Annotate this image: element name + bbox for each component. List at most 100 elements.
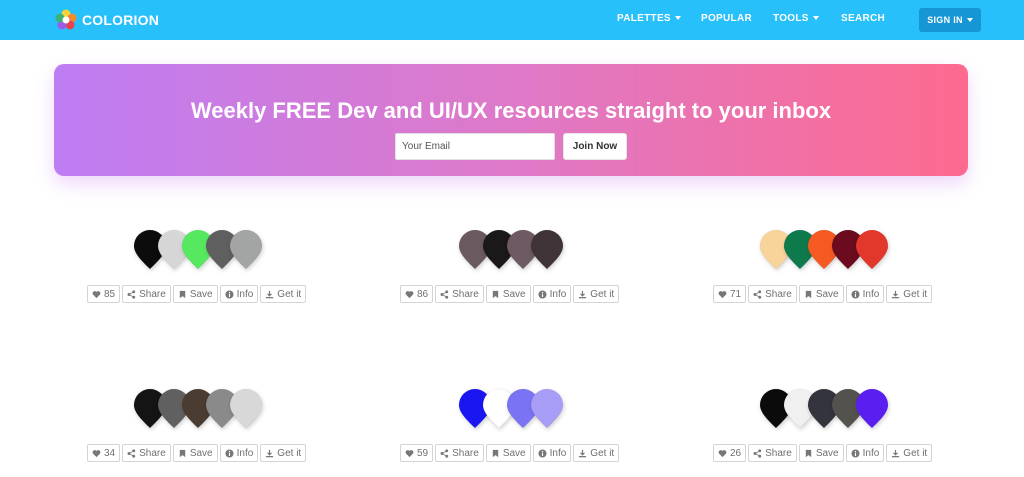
- sign-in-label: SIGN IN: [927, 15, 963, 25]
- palette-swatches[interactable]: [48, 229, 348, 276]
- save-label: Save: [815, 288, 839, 300]
- palette-card[interactable]: 59 Share Save Info Get it: [361, 388, 661, 469]
- info-icon: [225, 289, 234, 299]
- like-label: 85: [104, 288, 116, 300]
- palette-card[interactable]: 71 Share Save Info Get it: [674, 229, 974, 310]
- share-label: Share: [765, 447, 792, 459]
- heart-icon: [405, 449, 414, 458]
- get-it-label: Get it: [903, 447, 928, 459]
- palette-swatches[interactable]: [48, 388, 348, 435]
- color-swatch[interactable]: [855, 388, 889, 429]
- bookmark-icon: [491, 290, 500, 299]
- like-label: 86: [417, 288, 429, 300]
- save-button[interactable]: Save: [485, 285, 531, 303]
- download-icon: [891, 290, 900, 299]
- color-swatch[interactable]: [530, 388, 564, 429]
- like-button[interactable]: 86: [400, 285, 434, 303]
- info-button[interactable]: Info: [219, 444, 259, 462]
- nav-search[interactable]: SEARCH: [841, 13, 885, 24]
- info-icon: [538, 448, 547, 458]
- info-icon: [851, 448, 860, 458]
- nav-palettes[interactable]: PALETTES: [617, 13, 681, 24]
- save-button[interactable]: Save: [485, 444, 531, 462]
- save-button[interactable]: Save: [798, 444, 844, 462]
- info-icon: [538, 289, 547, 299]
- get-it-button[interactable]: Get it: [886, 444, 933, 462]
- like-label: 71: [730, 288, 742, 300]
- like-button[interactable]: 34: [87, 444, 121, 462]
- palette-card[interactable]: 34 Share Save Info Get it: [48, 388, 348, 469]
- palette-swatches[interactable]: [674, 388, 974, 435]
- get-it-button[interactable]: Get it: [260, 285, 307, 303]
- join-now-button[interactable]: Join Now: [563, 133, 627, 160]
- share-icon: [440, 448, 449, 458]
- info-button[interactable]: Info: [532, 444, 572, 462]
- like-button[interactable]: 71: [713, 285, 747, 303]
- nav-palettes-label: PALETTES: [617, 13, 671, 24]
- color-swatch[interactable]: [229, 388, 263, 429]
- info-button[interactable]: Info: [845, 285, 885, 303]
- share-button[interactable]: Share: [435, 444, 484, 462]
- info-label: Info: [236, 447, 254, 459]
- palette-swatches[interactable]: [361, 388, 661, 435]
- color-swatch[interactable]: [229, 229, 263, 270]
- share-label: Share: [452, 447, 479, 459]
- get-it-label: Get it: [903, 288, 928, 300]
- share-button[interactable]: Share: [122, 444, 171, 462]
- sign-in-button[interactable]: SIGN IN: [919, 8, 981, 32]
- colorion-logo-icon: [55, 9, 77, 30]
- color-swatch[interactable]: [855, 229, 889, 270]
- banner-title: Weekly FREE Dev and UI/UX resources stra…: [190, 98, 832, 123]
- download-icon: [891, 449, 900, 458]
- palette-swatches[interactable]: [674, 229, 974, 276]
- share-icon: [753, 289, 762, 299]
- info-label: Info: [549, 288, 567, 300]
- like-button[interactable]: 26: [713, 444, 747, 462]
- brand-logo[interactable]: COLORION: [55, 9, 159, 31]
- heart-icon: [718, 290, 727, 299]
- share-icon: [127, 448, 136, 458]
- get-it-label: Get it: [590, 288, 615, 300]
- nav-tools[interactable]: TOOLS: [773, 13, 819, 24]
- chevron-down-icon: [966, 18, 973, 22]
- palette-card[interactable]: 26 Share Save Info Get it: [674, 388, 974, 469]
- share-label: Share: [139, 447, 166, 459]
- color-swatch[interactable]: [530, 229, 564, 270]
- info-button[interactable]: Info: [219, 285, 259, 303]
- nav-popular-label: POPULAR: [701, 13, 752, 24]
- info-label: Info: [862, 447, 880, 459]
- download-icon: [265, 290, 274, 299]
- save-button[interactable]: Save: [798, 285, 844, 303]
- get-it-button[interactable]: Get it: [573, 285, 620, 303]
- share-button[interactable]: Share: [122, 285, 171, 303]
- palette-card[interactable]: 85 Share Save Info Get it: [48, 229, 348, 310]
- info-button[interactable]: Info: [845, 444, 885, 462]
- get-it-button[interactable]: Get it: [573, 444, 620, 462]
- info-button[interactable]: Info: [532, 285, 572, 303]
- like-button[interactable]: 59: [400, 444, 434, 462]
- download-icon: [578, 449, 587, 458]
- share-button[interactable]: Share: [435, 285, 484, 303]
- palette-card[interactable]: 86 Share Save Info Get it: [361, 229, 661, 310]
- share-icon: [127, 289, 136, 299]
- share-button[interactable]: Share: [748, 444, 797, 462]
- share-button[interactable]: Share: [748, 285, 797, 303]
- palette-actions: 59 Share Save Info Get it: [400, 444, 621, 462]
- heart-icon: [718, 449, 727, 458]
- email-field[interactable]: [395, 133, 555, 160]
- like-label: 59: [417, 447, 429, 459]
- bookmark-icon: [804, 449, 813, 458]
- info-icon: [225, 448, 234, 458]
- palette-swatches[interactable]: [361, 229, 661, 276]
- like-button[interactable]: 85: [87, 285, 121, 303]
- save-button[interactable]: Save: [172, 285, 218, 303]
- save-button[interactable]: Save: [172, 444, 218, 462]
- get-it-button[interactable]: Get it: [886, 285, 933, 303]
- get-it-label: Get it: [277, 288, 302, 300]
- share-icon: [753, 448, 762, 458]
- brand-name: COLORION: [82, 12, 160, 28]
- palette-actions: 86 Share Save Info Get it: [400, 285, 621, 303]
- get-it-button[interactable]: Get it: [260, 444, 307, 462]
- nav-popular[interactable]: POPULAR: [701, 13, 752, 24]
- share-label: Share: [452, 288, 479, 300]
